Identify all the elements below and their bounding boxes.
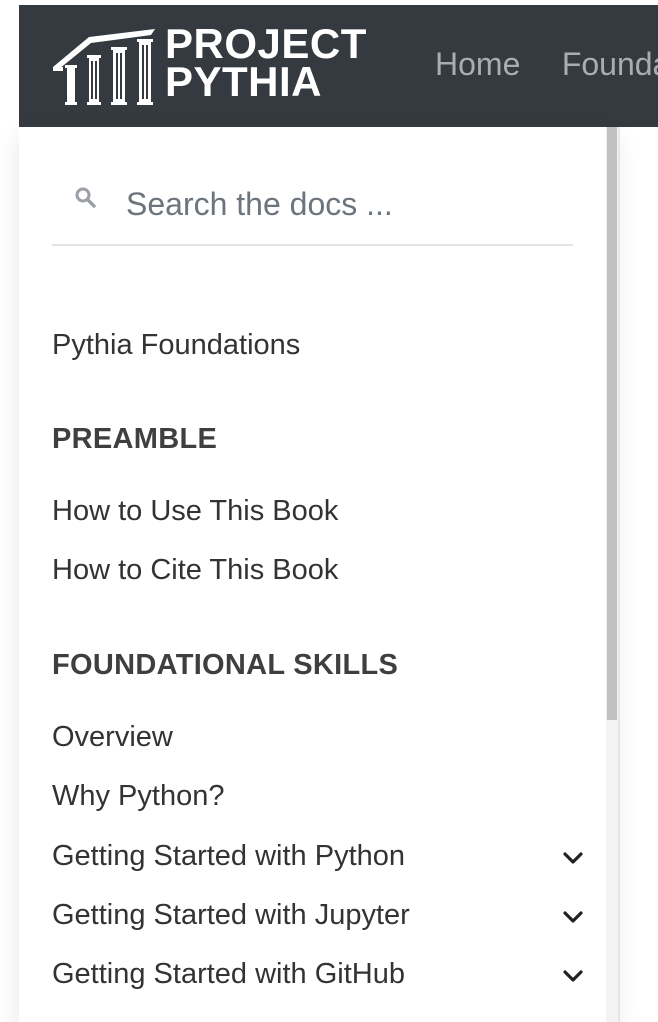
- sidebar-link-why-python[interactable]: Why Python?: [52, 778, 224, 814]
- sidebar-scrollbar-thumb[interactable]: [607, 127, 617, 720]
- brand-name: PROJECT PYTHIA: [165, 23, 367, 105]
- section-caption-preamble: PREAMBLE: [52, 423, 218, 455]
- section-caption-foundational-skills: FOUNDATIONAL SKILLS: [52, 649, 399, 681]
- sidebar-link-how-to-use[interactable]: How to Use This Book: [52, 493, 338, 529]
- search-icon: [75, 187, 96, 208]
- search-input[interactable]: [126, 182, 556, 226]
- sidebar-link-getting-started-python[interactable]: Getting Started with Python: [52, 838, 405, 874]
- chevron-down-icon[interactable]: [562, 910, 584, 924]
- sidebar-link-getting-started-jupyter[interactable]: Getting Started with Jupyter: [52, 897, 410, 933]
- sidebar-link-overview[interactable]: Overview: [52, 719, 173, 755]
- search-box: [52, 168, 573, 246]
- sidebar-link-pythia-foundations[interactable]: Pythia Foundations: [52, 327, 300, 363]
- brand-line-2: PYTHIA: [165, 58, 323, 105]
- pythia-columns-logo: [53, 29, 155, 105]
- chevron-down-icon[interactable]: [562, 969, 584, 983]
- brand-logo-link[interactable]: PROJECT PYTHIA: [51, 23, 381, 109]
- top-nav: Home Foundations: [435, 43, 658, 85]
- nav-link-home[interactable]: Home: [435, 43, 520, 85]
- sidebar-link-getting-started-github[interactable]: Getting Started with GitHub: [52, 956, 405, 992]
- sidebar-link-how-to-cite[interactable]: How to Cite This Book: [52, 552, 338, 588]
- top-navbar: PROJECT PYTHIA Home Foundations: [19, 5, 658, 127]
- sidebar-divider: [618, 127, 620, 1022]
- chevron-down-icon[interactable]: [562, 851, 584, 865]
- nav-link-foundations[interactable]: Foundations: [562, 43, 658, 85]
